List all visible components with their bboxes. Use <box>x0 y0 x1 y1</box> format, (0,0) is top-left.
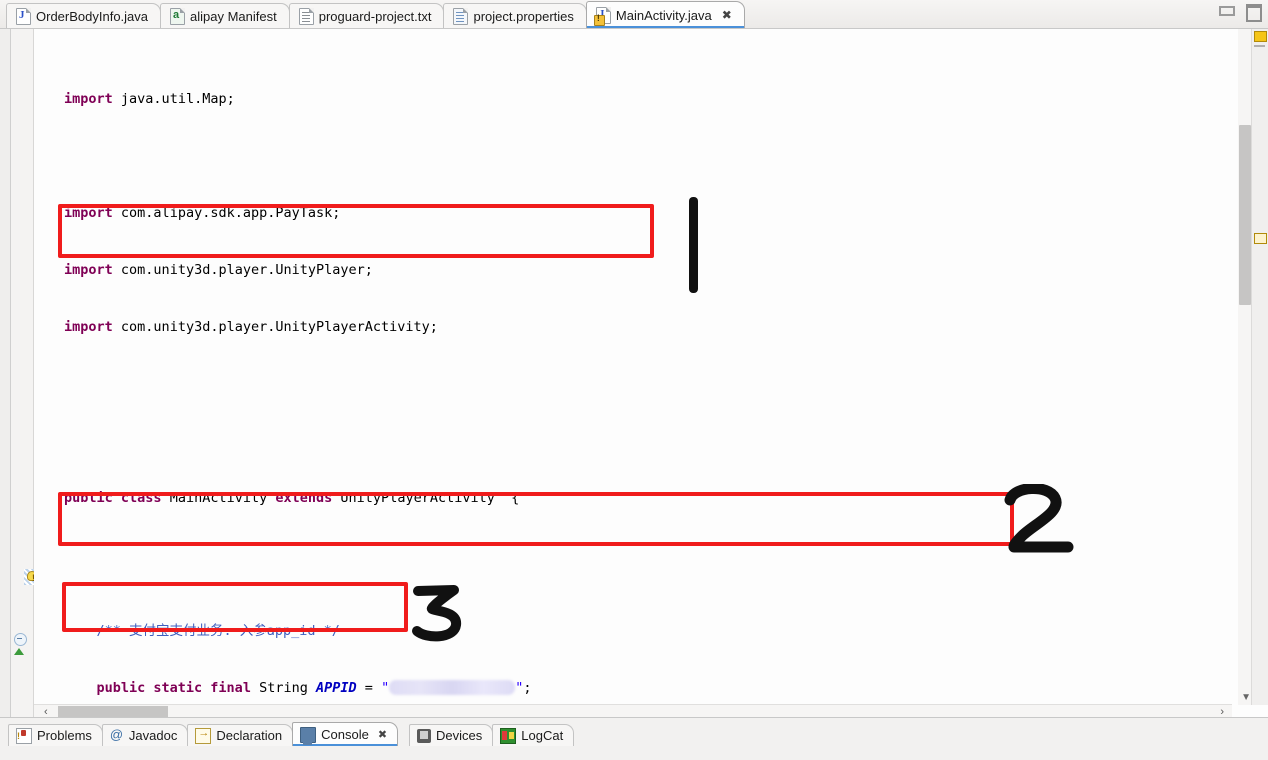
window-controls <box>1218 4 1262 22</box>
java-file-warning-icon <box>593 6 611 26</box>
java-file-icon <box>16 7 31 25</box>
editor-tab-project-properties[interactable]: project.properties <box>443 3 587 28</box>
code-viewport[interactable]: 14import java.util.Map; 15 16import com.… <box>34 29 1232 705</box>
bottom-tab-label: Problems <box>37 728 92 743</box>
close-icon[interactable]: ✖ <box>378 728 387 741</box>
editor-left-border <box>0 29 11 719</box>
source-code: 14import java.util.Map; 15 16import com.… <box>34 29 1232 705</box>
vertical-scrollbar-thumb[interactable] <box>1239 125 1251 305</box>
bottom-tab-label: LogCat <box>521 728 564 743</box>
ruler-warning-marker[interactable] <box>1254 31 1267 42</box>
bottom-view-tab-list: Problems Javadoc Declaration Console ✖ D… <box>8 722 575 746</box>
bottom-tab-problems[interactable]: Problems <box>8 724 103 746</box>
code-line: 21public class MainActivity extends Unit… <box>64 490 520 506</box>
eclipse-ide-window: OrderBodyInfo.java alipay Manifest progu… <box>0 0 1268 760</box>
bottom-view-tab-bar: Problems Javadoc Declaration Console ✖ D… <box>0 717 1268 760</box>
code-line: 24 public static final String APPID = ""… <box>96 680 532 696</box>
javadoc-icon <box>110 727 124 743</box>
ruler-warning-marker[interactable] <box>1254 233 1267 244</box>
code-line: 18import com.unity3d.player.UnityPlayerA… <box>64 319 438 335</box>
overview-ruler[interactable] <box>1251 29 1268 705</box>
editor-tab-label: project.properties <box>473 8 574 24</box>
redacted-appid-value <box>389 680 516 695</box>
editor-tab-label: proguard-project.txt <box>318 8 432 24</box>
code-line: 16import com.alipay.sdk.app.PayTask; <box>64 205 341 221</box>
ruler-divider <box>1254 45 1265 47</box>
editor-tab-orderbodyinfo[interactable]: OrderBodyInfo.java <box>6 3 162 28</box>
editor-tab-bar: OrderBodyInfo.java alipay Manifest progu… <box>0 0 1268 28</box>
bottom-tab-console[interactable]: Console ✖ <box>292 722 399 746</box>
bottom-tab-label: Console <box>321 727 369 742</box>
bottom-tab-label: Javadoc <box>128 728 178 743</box>
editor-tab-proguard-project[interactable]: proguard-project.txt <box>288 3 445 28</box>
problems-icon <box>16 727 32 744</box>
logcat-icon <box>500 727 517 744</box>
properties-file-icon <box>453 7 469 25</box>
android-manifest-icon <box>170 7 186 25</box>
annotation-gutter[interactable] <box>11 29 40 719</box>
text-file-icon <box>298 7 314 25</box>
code-line: 15 <box>34 147 1232 166</box>
code-line: 19 <box>34 375 1232 394</box>
editor-tab-list: OrderBodyInfo.java alipay Manifest progu… <box>6 0 745 28</box>
bottom-tab-devices[interactable]: Devices <box>409 724 494 746</box>
bottom-tab-declaration[interactable]: Declaration <box>187 724 294 746</box>
declaration-icon <box>195 727 212 744</box>
editor-tab-alipay-manifest[interactable]: alipay Manifest <box>160 3 290 28</box>
warning-badge-icon <box>593 13 605 26</box>
editor-tab-mainactivity[interactable]: MainActivity.java ✖ <box>585 1 745 28</box>
code-line: 14import java.util.Map; <box>64 91 235 107</box>
fold-collapse-icon[interactable] <box>14 633 27 646</box>
close-icon[interactable]: ✖ <box>722 8 732 22</box>
minimize-button[interactable] <box>1218 4 1235 17</box>
scroll-down-icon[interactable]: ▼ <box>1241 692 1251 703</box>
console-icon <box>300 726 317 745</box>
editor-tab-label: alipay Manifest <box>190 8 277 24</box>
editor-tab-label: MainActivity.java <box>615 7 712 23</box>
bottom-tab-javadoc[interactable]: Javadoc <box>101 724 189 746</box>
code-line: 22 <box>34 546 1232 565</box>
bottom-tab-label: Declaration <box>216 728 283 743</box>
vertical-scrollbar[interactable] <box>1238 29 1252 705</box>
code-line: 23 /** 支付宝支付业务: 入参app_id */ <box>96 623 340 639</box>
code-line: 20 <box>34 432 1232 451</box>
editor-tab-label: OrderBodyInfo.java <box>36 8 149 24</box>
code-editor[interactable]: 14import java.util.Map; 15 16import com.… <box>0 28 1268 719</box>
overwrite-marker-icon <box>14 648 24 655</box>
bottom-tab-label: Devices <box>436 728 483 743</box>
bottom-tab-logcat[interactable]: LogCat <box>492 724 575 746</box>
code-line: 17import com.unity3d.player.UnityPlayer; <box>64 262 373 278</box>
devices-icon <box>417 728 432 743</box>
maximize-restore-button[interactable] <box>1245 4 1262 22</box>
